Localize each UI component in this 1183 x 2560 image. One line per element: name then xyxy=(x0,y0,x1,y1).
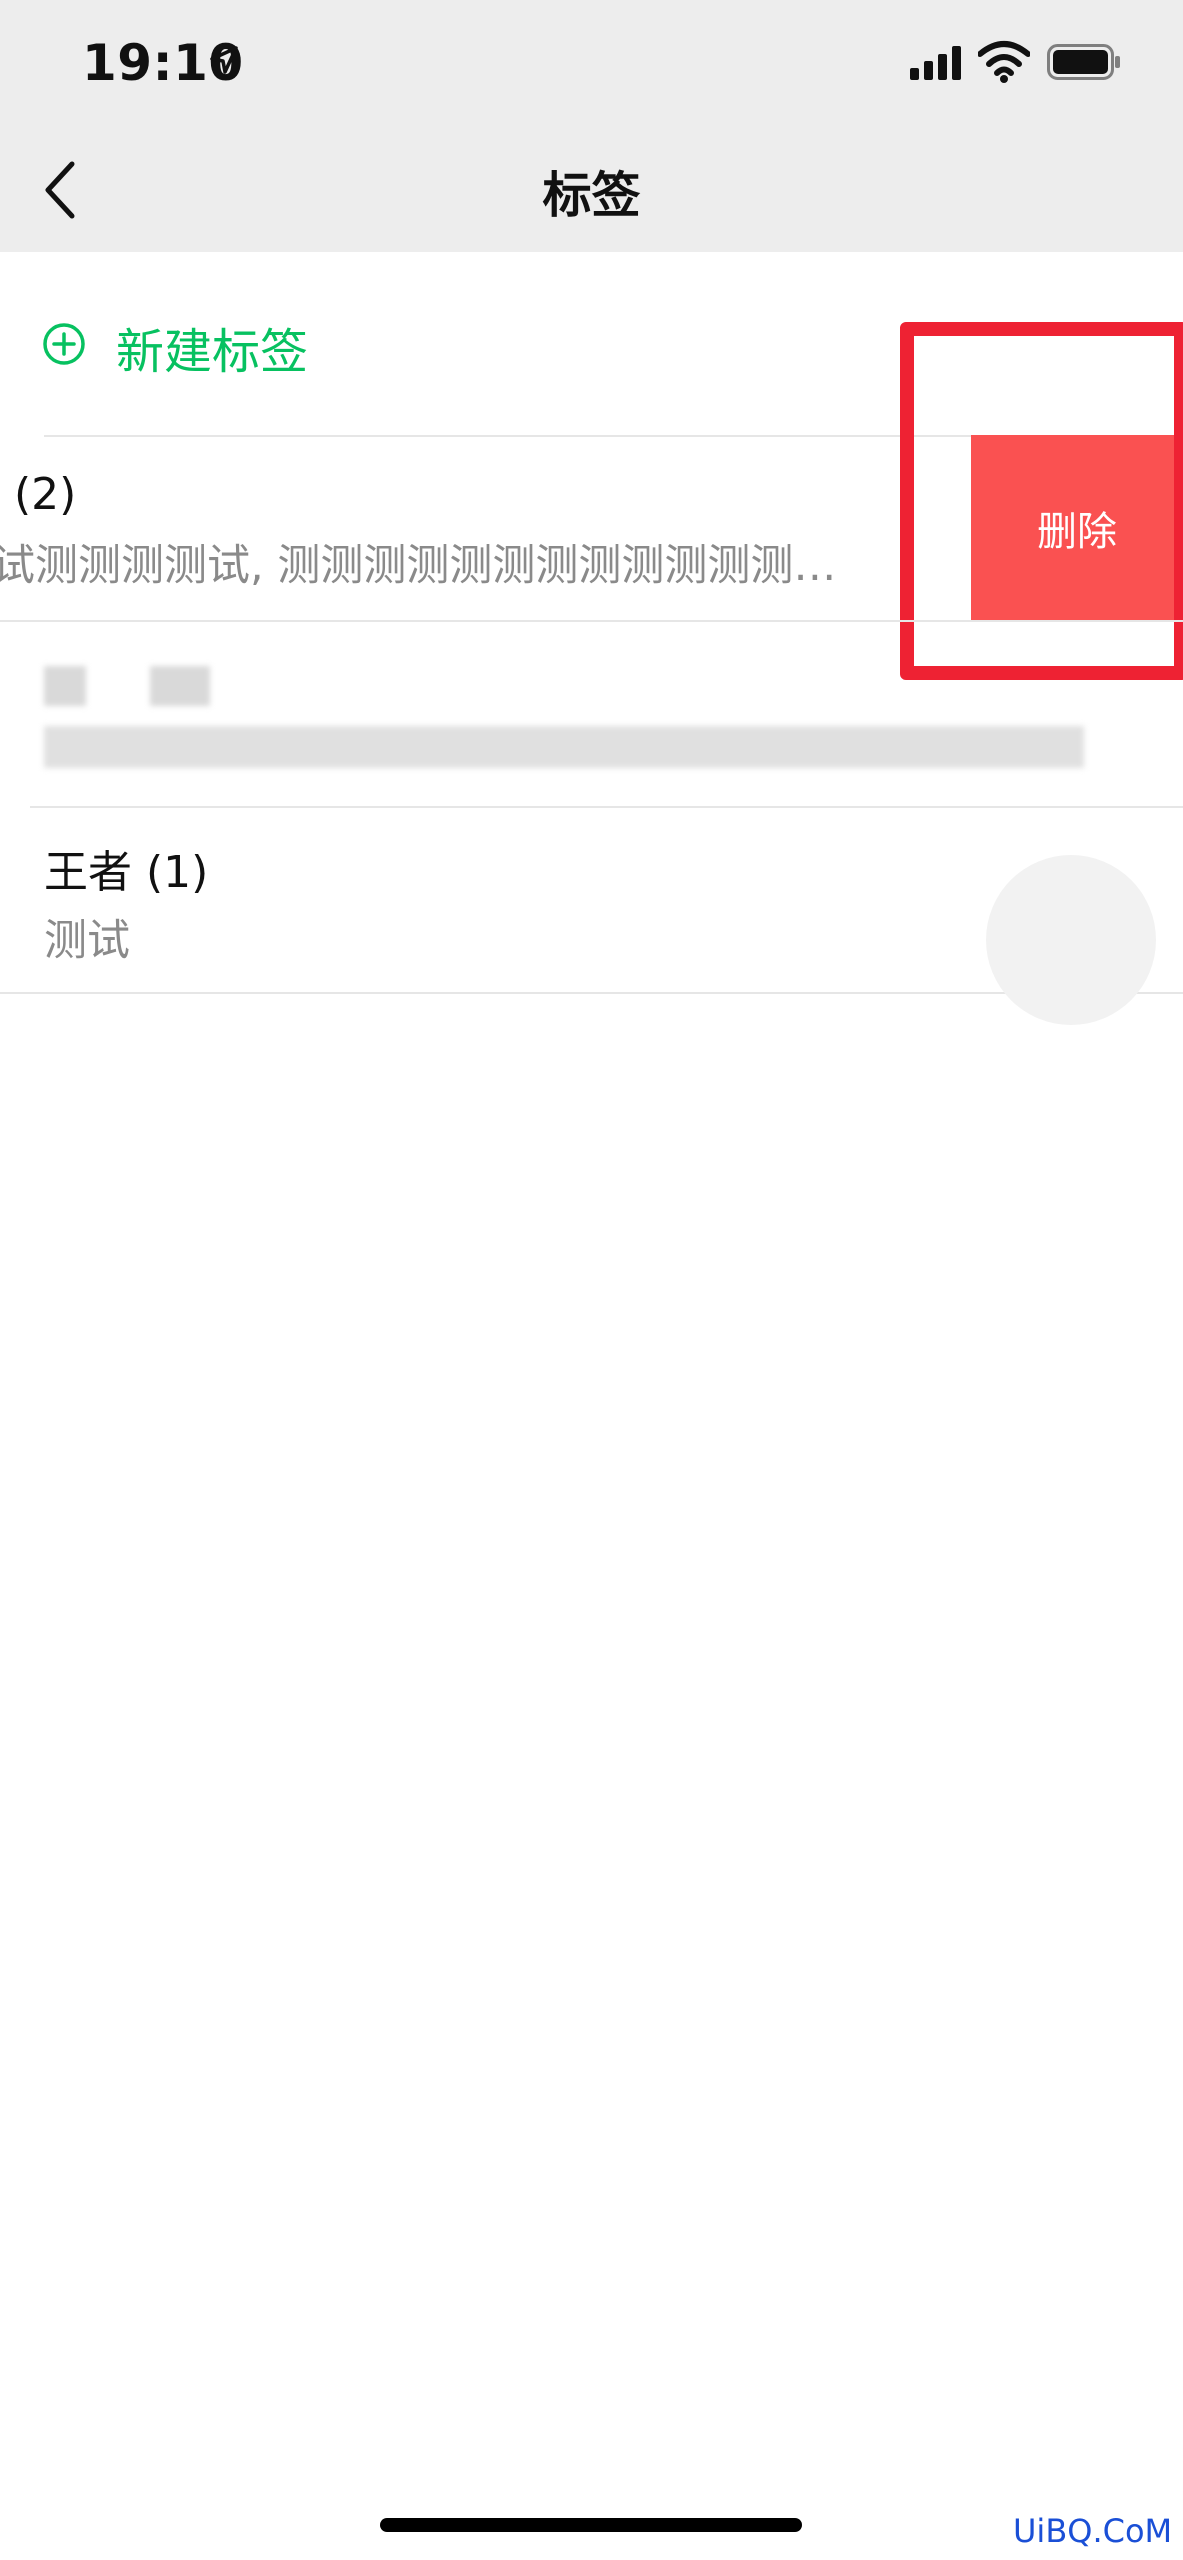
blurred-title xyxy=(44,666,86,706)
watermark: UiBQ.CoM xyxy=(1013,2512,1173,2550)
blurred-title xyxy=(150,666,210,706)
tag-members: 试测测测测试, 测测测测测测测测测测测测… xyxy=(0,541,837,591)
touch-indicator xyxy=(986,855,1156,1025)
signal-icon xyxy=(910,46,961,80)
page-title: 标签 xyxy=(542,167,641,224)
tag-title: 王者 (1) xyxy=(44,847,209,898)
plus-circle-icon xyxy=(43,323,85,365)
location-arrow-icon xyxy=(210,46,238,74)
tag-members: 测试 xyxy=(44,916,130,966)
blurred-members xyxy=(44,726,1084,768)
home-indicator[interactable] xyxy=(380,2518,802,2532)
battery-icon xyxy=(1047,44,1120,80)
tag-row-blurred[interactable] xyxy=(0,620,1183,805)
wifi-icon xyxy=(978,41,1030,83)
new-tag-label: 新建标签 xyxy=(116,324,309,380)
tag-title: (2) xyxy=(14,469,77,520)
